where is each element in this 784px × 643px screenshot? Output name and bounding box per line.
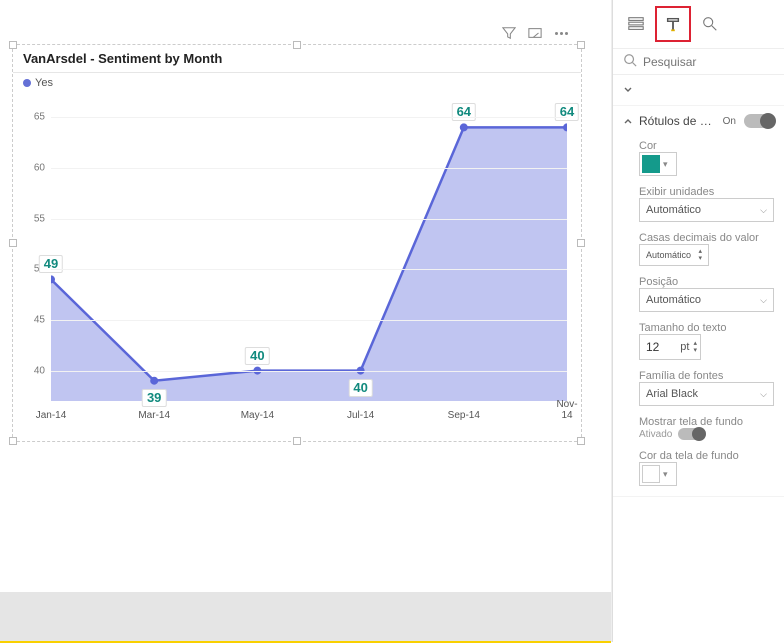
data-label: 40 [245,347,269,365]
data-labels-title: Rótulos de dados [639,114,717,128]
more-options-icon[interactable] [553,25,569,41]
resize-handle-s[interactable] [293,437,301,445]
y-tick-label: 60 [13,162,45,173]
position-value: Automático [646,294,701,306]
position-dropdown[interactable]: Automático ⌵ [639,288,774,312]
chevron-down-icon: ⌵ [760,205,767,216]
search-row [613,49,784,75]
y-tick-label: 65 [13,112,45,123]
visualizations-pane: Rótulos de dados On Cor ▾ Exibir unidade… [612,0,784,642]
filter-icon[interactable] [501,25,517,41]
section-data-labels: Rótulos de dados On Cor ▾ Exibir unidade… [613,106,784,497]
display-units-value: Automático [646,204,701,216]
chevron-down-icon [623,85,633,95]
gridline [51,117,567,118]
chevron-down-icon: ⌵ [760,389,767,400]
chart-legend: Yes [13,73,581,93]
show-background-label: Mostrar tela de fundo [639,416,774,428]
chevron-down-icon: ▾ [663,469,668,480]
show-background-toggle[interactable] [678,428,704,440]
data-label: 49 [39,255,63,273]
section-header-collapsed[interactable] [613,75,784,105]
report-canvas[interactable]: VanArsdel - Sentiment by Month Yes 40 45 5… [0,0,612,642]
legend-marker-icon [23,79,31,87]
chevron-down-icon: ⌵ [760,295,767,306]
resize-handle-nw[interactable] [9,41,17,49]
data-label: 40 [348,379,372,397]
x-tick-label: May-14 [241,410,274,421]
text-size-unit: pt [680,341,693,353]
format-tab-highlight [655,6,691,42]
chevron-down-icon: ▾ [663,159,668,170]
chart-body: 404550556065 493940406464 Jan-14Mar-14Ma… [13,93,581,423]
y-tick-label: 55 [13,213,45,224]
data-label: 64 [555,103,579,121]
chart-visual[interactable]: VanArsdel - Sentiment by Month Yes 40 45 5… [12,44,582,442]
section-title-placeholder [639,83,774,97]
section-collapsed [613,75,784,106]
bg-color-label: Cor da tela de fundo [639,450,774,462]
gridline [51,219,567,220]
visual-toolbar [501,25,569,41]
data-labels-toggle[interactable] [744,114,774,128]
analytics-tab-icon[interactable] [695,9,725,39]
legend-label: Yes [35,77,53,89]
resize-handle-ne[interactable] [577,41,585,49]
color-swatch [642,155,660,173]
data-label: 39 [142,389,166,407]
gridline [51,371,567,372]
fields-tab-icon[interactable] [621,9,651,39]
color-picker[interactable]: ▾ [639,152,677,176]
search-icon [623,53,637,70]
focus-mode-icon[interactable] [527,25,543,41]
decimal-places-value: Automático [646,250,691,260]
gridline [51,269,567,270]
spinner-up-icon[interactable]: ▴ [693,340,697,347]
gridline [51,320,567,321]
decimal-places-spinner[interactable]: Automático ▴▾ [639,244,709,266]
position-label: Posição [639,276,774,288]
show-background-state: Ativado [639,429,672,440]
search-input[interactable] [643,55,774,69]
text-size-spinner[interactable]: 12 pt ▴▾ [639,334,701,360]
chevron-up-icon [623,116,633,126]
y-tick-label: 40 [13,365,45,376]
toggle-label: On [723,116,736,127]
x-tick-label: Nov-14 [556,399,577,421]
chart-header: VanArsdel - Sentiment by Month [13,45,581,73]
text-size-value: 12 [640,340,680,354]
decimal-places-label: Casas decimais do valor [639,232,774,244]
chart-title: VanArsdel - Sentiment by Month [23,51,571,66]
font-family-dropdown[interactable]: Arial Black ⌵ [639,382,774,406]
format-tab-icon[interactable] [658,9,688,39]
page-tabs-bar[interactable] [0,592,611,642]
color-label: Cor [639,140,774,152]
x-tick-label: Jan-14 [36,410,67,421]
spinner-up-icon[interactable]: ▴ [698,248,702,255]
resize-handle-se[interactable] [577,437,585,445]
resize-handle-n[interactable] [293,41,301,49]
data-label: 64 [452,103,476,121]
y-tick-label: 45 [13,314,45,325]
font-family-value: Arial Black [646,388,698,400]
x-tick-label: Mar-14 [138,410,170,421]
resize-handle-sw[interactable] [9,437,17,445]
bg-color-swatch [642,465,660,483]
font-family-label: Família de fontes [639,370,774,382]
display-units-dropdown[interactable]: Automático ⌵ [639,198,774,222]
gridline [51,168,567,169]
spinner-down-icon[interactable]: ▾ [698,255,702,262]
x-tick-label: Sep-14 [448,410,480,421]
display-units-label: Exibir unidades [639,186,774,198]
text-size-label: Tamanho do texto [639,322,774,334]
bg-color-picker[interactable]: ▾ [639,462,677,486]
spinner-down-icon[interactable]: ▾ [693,347,697,354]
pane-tab-strip [613,0,784,49]
x-tick-label: Jul-14 [347,410,374,421]
data-labels-header[interactable]: Rótulos de dados On [613,106,784,136]
